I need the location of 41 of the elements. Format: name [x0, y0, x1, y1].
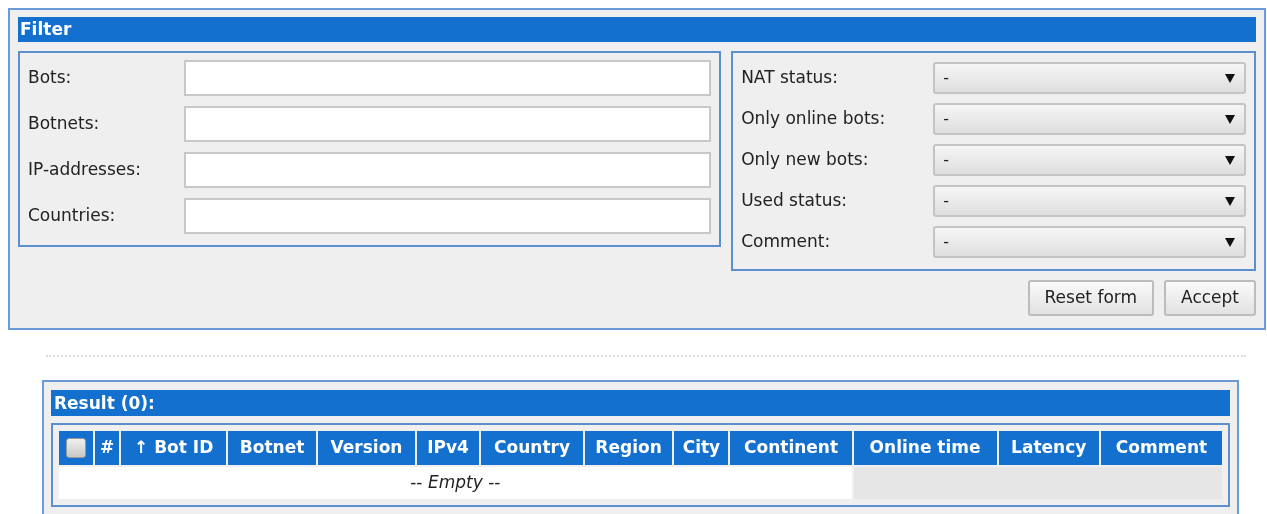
column-header[interactable]: ↑ Bot ID: [121, 431, 226, 465]
panel-title: Result (0):: [51, 390, 1230, 416]
form-button[interactable]: Reset form: [1027, 280, 1155, 316]
field-label: Comment:: [741, 229, 832, 253]
column-header[interactable]: Comment: [1100, 431, 1222, 465]
column-header[interactable]: Botnet: [227, 431, 317, 465]
panel-title: Filter: [18, 17, 1256, 42]
column-header[interactable]: Online time: [853, 431, 997, 465]
form-button[interactable]: Accept: [1164, 280, 1256, 316]
field-label: Only online bots:: [741, 106, 887, 130]
field-label: Bots:: [28, 66, 73, 90]
empty-message: -- Empty --: [59, 467, 852, 499]
field-label: Only new bots:: [741, 147, 870, 171]
dropdown[interactable]: -: [933, 61, 1246, 94]
column-header[interactable]: IPv4: [416, 431, 480, 465]
text-field[interactable]: [184, 198, 712, 234]
column-header[interactable]: #: [94, 431, 120, 465]
field-label: Botnets:: [28, 112, 101, 136]
field-label: Used status:: [741, 188, 849, 212]
dropdown-caret-icon: [1224, 71, 1236, 84]
text-field[interactable]: [184, 152, 712, 188]
select-all-checkbox[interactable]: [65, 438, 86, 458]
field-label: Countries:: [28, 204, 117, 228]
column-header[interactable]: Country: [481, 431, 583, 465]
text-field[interactable]: [184, 60, 712, 96]
column-header[interactable]: Version: [318, 431, 415, 465]
field-label: IP-addresses:: [28, 158, 142, 182]
column-header[interactable]: Region: [584, 431, 673, 465]
dropdown[interactable]: -: [933, 102, 1246, 135]
text-field[interactable]: [184, 106, 712, 142]
dropdown-caret-icon: [1224, 153, 1236, 166]
field-label: NAT status:: [741, 65, 839, 89]
dropdown-caret-icon: [1224, 112, 1236, 125]
dropdown[interactable]: -: [933, 225, 1246, 258]
column-header[interactable]: Continent: [730, 431, 852, 465]
dropdown[interactable]: -: [933, 184, 1246, 217]
dropdown[interactable]: -: [933, 143, 1246, 176]
dropdown-caret-icon: [1224, 194, 1236, 207]
column-header[interactable]: City: [674, 431, 729, 465]
column-header[interactable]: Latency: [998, 431, 1099, 465]
dropdown-caret-icon: [1224, 235, 1236, 248]
